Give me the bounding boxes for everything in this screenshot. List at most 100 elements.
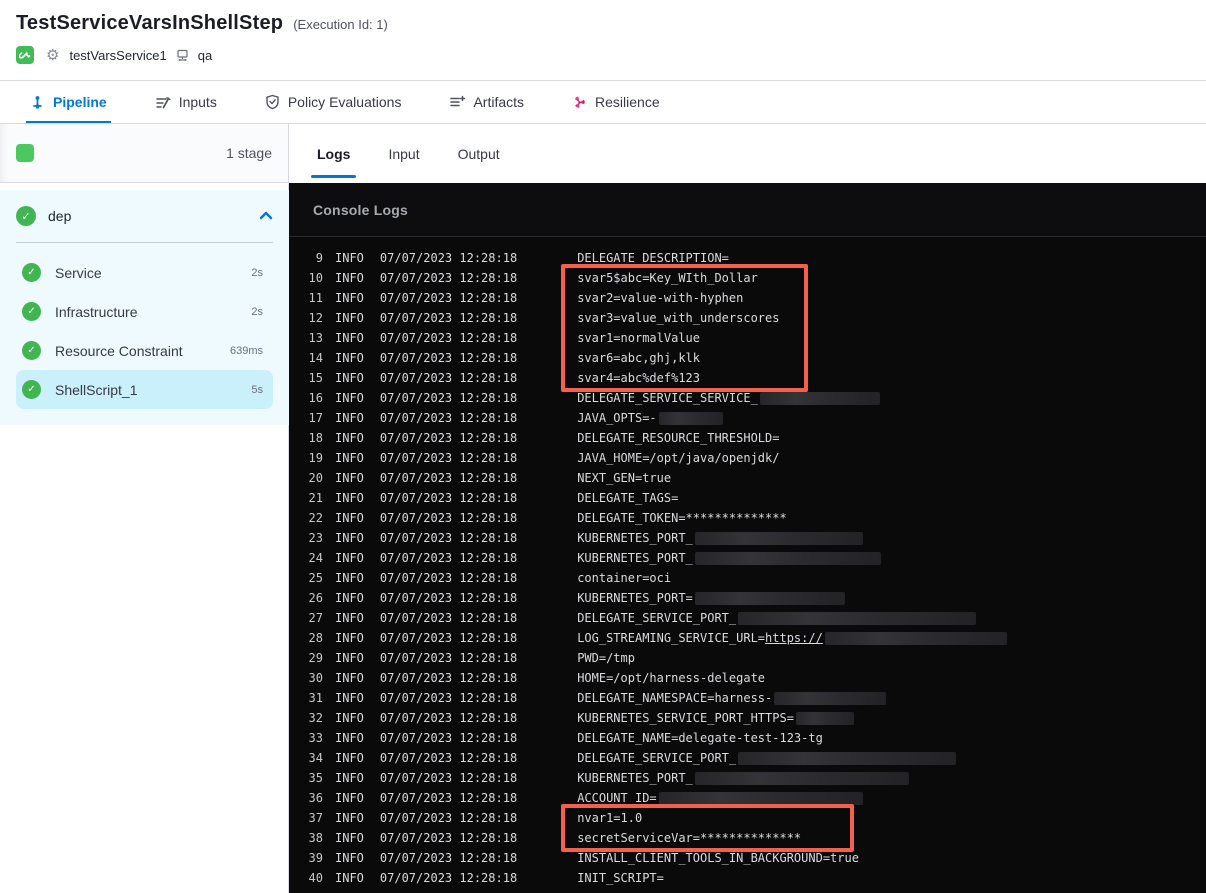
log-message: HOME=/opt/harness-delegate xyxy=(577,671,765,685)
log-tab-input[interactable]: Input xyxy=(386,124,421,183)
redacted-text xyxy=(694,771,909,785)
log-line: 40 INFO 07/07/2023 12:28:18 INIT_SCRIPT= xyxy=(301,868,1206,888)
redacted-text xyxy=(738,611,977,625)
log-level: INFO xyxy=(335,751,364,765)
module-tab-policy-evaluations[interactable]: Policy Evaluations xyxy=(263,81,404,123)
log-line: 24 INFO 07/07/2023 12:28:18 KUBERNETES_PORT… xyxy=(301,548,1206,568)
chevron-up-icon[interactable] xyxy=(259,207,273,225)
success-check-icon: ✓ xyxy=(22,263,41,282)
log-line: 23 INFO 07/07/2023 12:28:18 KUBERNETES_PORT… xyxy=(301,528,1206,548)
log-level: INFO xyxy=(335,851,364,865)
log-link[interactable]: https:// xyxy=(765,631,823,645)
redacted-text xyxy=(658,411,723,425)
log-timestamp: 07/07/2023 12:28:18 xyxy=(379,871,518,885)
log-message: secretServiceVar=************** xyxy=(577,831,801,845)
log-timestamp: 07/07/2023 12:28:18 xyxy=(379,651,518,665)
redacted-text xyxy=(774,691,887,705)
log-line: 27 INFO 07/07/2023 12:28:18 DELEGATE_SERVIC… xyxy=(301,608,1206,628)
log-line: 29 INFO 07/07/2023 12:28:18 PWD=/tmp xyxy=(301,648,1206,668)
log-line-number: 30 xyxy=(308,671,323,685)
log-line: 26 INFO 07/07/2023 12:28:18 KUBERNETES_PORT… xyxy=(301,588,1206,608)
log-line: 34 INFO 07/07/2023 12:28:18 DELEGATE_SERVIC… xyxy=(301,748,1206,768)
stage-count-label: 1 stage xyxy=(226,145,272,161)
log-line-number: 25 xyxy=(308,571,323,585)
inputs-icon xyxy=(155,95,171,110)
log-message: KUBERNETES_PORT_ xyxy=(577,531,863,545)
log-timestamp: 07/07/2023 12:28:18 xyxy=(379,451,518,465)
log-line: 14 INFO 07/07/2023 12:28:18 svar6=abc,ghj,k… xyxy=(301,348,1206,368)
log-message: svar6=abc,ghj,klk xyxy=(577,351,700,365)
log-panel: Logs Input Output Console Logs 9 INFO 07/07/… xyxy=(289,124,1206,893)
log-timestamp: 07/07/2023 12:28:18 xyxy=(379,511,518,525)
log-line-number: 9 xyxy=(315,251,323,265)
step-row-service[interactable]: ✓ Service 2s xyxy=(16,253,273,292)
log-tab-output[interactable]: Output xyxy=(456,124,502,183)
log-message: svar3=value_with_underscores xyxy=(577,311,779,325)
log-timestamp: 07/07/2023 12:28:18 xyxy=(379,611,518,625)
log-line-number: 33 xyxy=(308,731,323,745)
log-timestamp: 07/07/2023 12:28:18 xyxy=(379,351,518,365)
log-line: 30 INFO 07/07/2023 12:28:18 HOME=/opt/harne… xyxy=(301,668,1206,688)
step-row-infrastructure[interactable]: ✓ Infrastructure 2s xyxy=(16,292,273,331)
log-level: INFO xyxy=(335,351,364,365)
log-tab-logs[interactable]: Logs xyxy=(310,124,357,183)
log-line: 25 INFO 07/07/2023 12:28:18 container=oci xyxy=(301,568,1206,588)
step-group-dep[interactable]: ✓ dep xyxy=(0,190,289,242)
log-level: INFO xyxy=(335,411,364,425)
step-duration: 2s xyxy=(251,266,263,279)
success-check-icon: ✓ xyxy=(16,206,36,226)
log-text: KUBERNETES_PORT_ xyxy=(577,531,693,545)
log-line: 10 INFO 07/07/2023 12:28:18 svar5$abc=Key_W… xyxy=(301,268,1206,288)
module-tab-artifacts[interactable]: Artifacts xyxy=(447,81,526,123)
console-title: Console Logs xyxy=(313,201,408,218)
log-text: JAVA_HOME=/opt/java/openjdk/ xyxy=(577,451,780,465)
log-line-number: 35 xyxy=(308,771,323,785)
log-text: LOG_STREAMING_SERVICE_URL= xyxy=(577,631,766,645)
module-tab-resilience[interactable]: Resilience xyxy=(570,81,662,123)
resilience-icon xyxy=(572,95,587,110)
pipeline-icon xyxy=(30,95,45,110)
log-message: svar4=abc%def%123 xyxy=(577,371,700,385)
log-timestamp: 07/07/2023 12:28:18 xyxy=(379,391,518,405)
step-row-shellscript-1[interactable]: ✓ ShellScript_1 5s xyxy=(16,370,273,409)
log-line-number: 21 xyxy=(308,491,323,505)
log-line-number: 18 xyxy=(308,431,323,445)
log-level: INFO xyxy=(335,871,364,885)
log-line: 28 INFO 07/07/2023 12:28:18 LOG_STREAMING_S… xyxy=(301,628,1206,648)
log-message: DELEGATE_NAME=delegate-test-123-tg xyxy=(577,731,823,745)
console-header: Console Logs xyxy=(289,183,1206,237)
log-line: 37 INFO 07/07/2023 12:28:18 nvar1=1.0 xyxy=(301,808,1206,828)
log-message: DELEGATE_RESOURCE_THRESHOLD= xyxy=(577,431,779,445)
stage-header[interactable]: 1 stage xyxy=(0,124,288,183)
log-line: 36 INFO 07/07/2023 12:28:18 ACCOUNT_ID= xyxy=(301,788,1206,808)
module-tab-inputs[interactable]: Inputs xyxy=(153,81,219,123)
log-timestamp: 07/07/2023 12:28:18 xyxy=(379,331,518,345)
log-timestamp: 07/07/2023 12:28:18 xyxy=(379,271,518,285)
log-message: NEXT_GEN=true xyxy=(577,471,671,485)
log-message: container=oci xyxy=(577,571,671,585)
log-text: DELEGATE_SERVICE_SERVICE_ xyxy=(577,391,758,405)
log-level: INFO xyxy=(335,531,364,545)
log-level: INFO xyxy=(335,471,364,485)
console-log-area[interactable]: Console Logs 9 INFO 07/07/2023 12:28:18 DEL… xyxy=(289,183,1206,893)
module-tab-pipeline[interactable]: Pipeline xyxy=(26,81,111,123)
log-text: svar4=abc%def%123 xyxy=(577,371,701,385)
log-line-number: 27 xyxy=(308,611,323,625)
log-text: DELEGATE_SERVICE_PORT_ xyxy=(577,611,737,625)
step-row-resource-constraint[interactable]: ✓ Resource Constraint 639ms xyxy=(16,331,273,370)
log-line-number: 29 xyxy=(308,651,323,665)
execution-sidebar: 1 stage ✓ dep ✓ Service 2s ✓ Infrastructure 2… xyxy=(0,124,289,893)
step-duration: 639ms xyxy=(229,344,263,357)
log-timestamp: 07/07/2023 12:28:18 xyxy=(379,851,518,865)
log-text: DELEGATE_DESCRIPTION= xyxy=(577,251,729,265)
log-message: PWD=/tmp xyxy=(577,651,635,665)
log-text: svar6=abc,ghj,klk xyxy=(577,351,701,365)
log-text: INIT_SCRIPT= xyxy=(577,871,664,885)
log-message: DELEGATE_DESCRIPTION= xyxy=(577,251,729,265)
log-line-number: 37 xyxy=(308,811,323,825)
page-title: TestServiceVarsInShellStep xyxy=(16,12,284,34)
log-line: 33 INFO 07/07/2023 12:28:18 DELEGATE_NAME=d… xyxy=(301,728,1206,748)
log-line: 21 INFO 07/07/2023 12:28:18 DELEGATE_TAGS= xyxy=(301,488,1206,508)
redacted-text xyxy=(694,551,881,565)
log-text: HOME=/opt/harness-delegate xyxy=(577,671,766,685)
